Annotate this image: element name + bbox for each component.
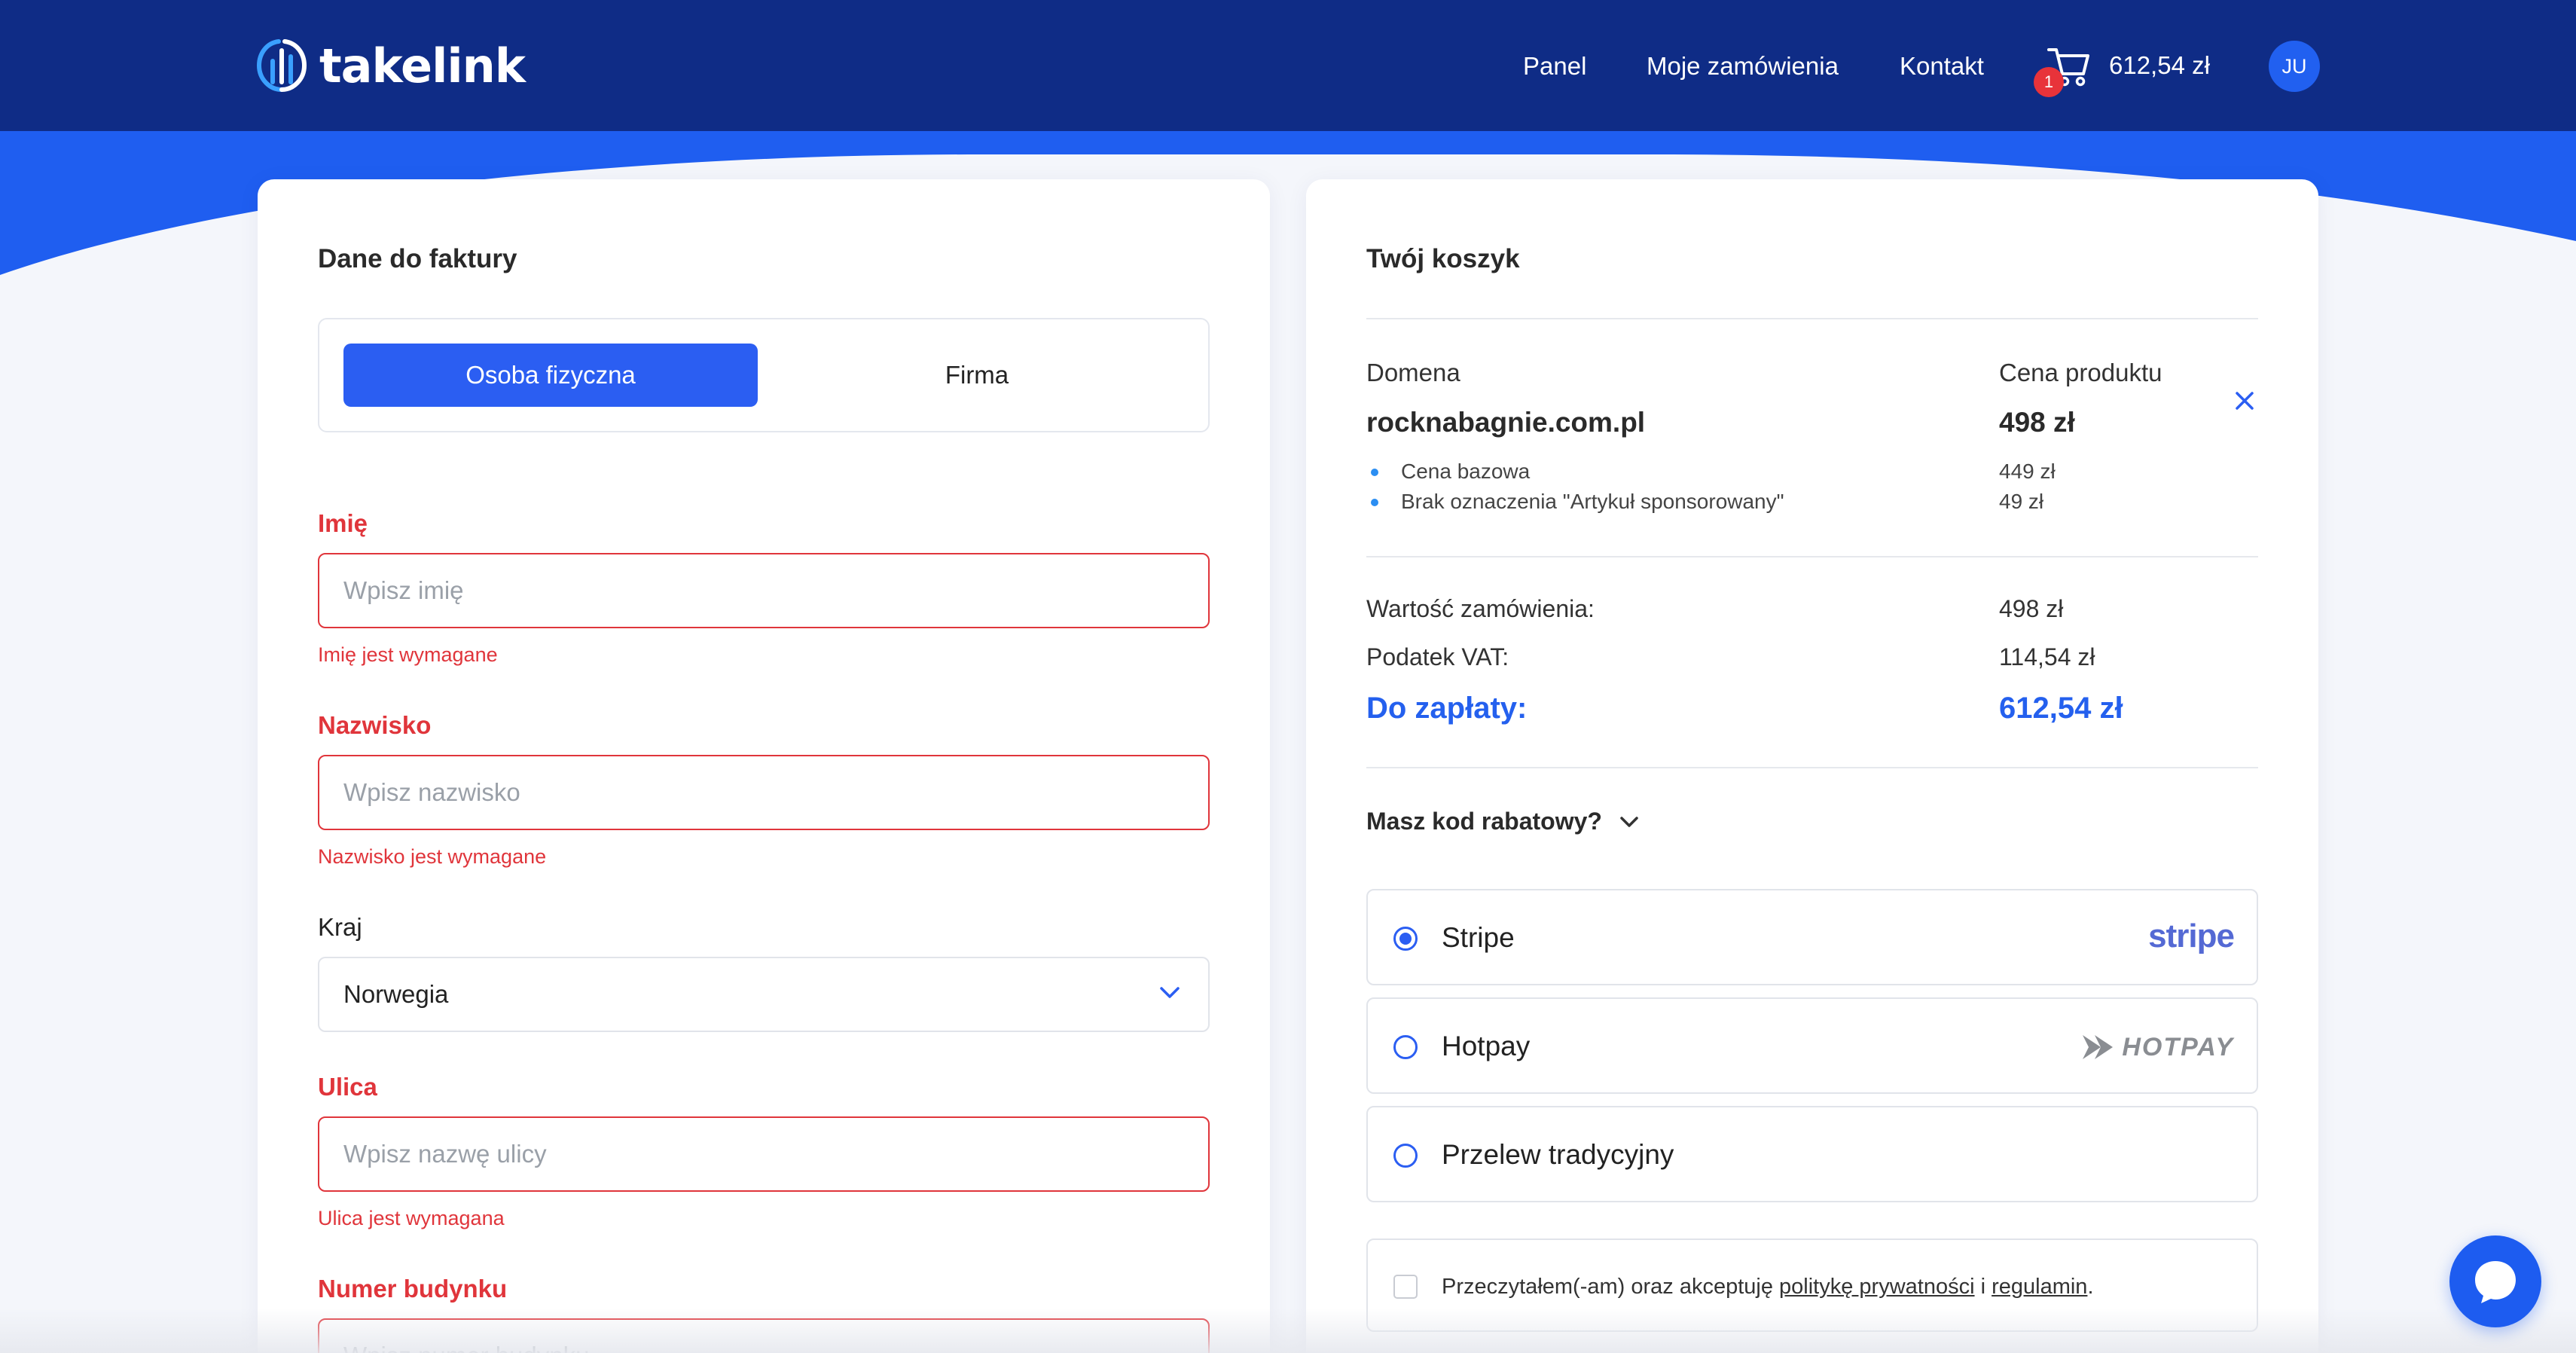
bullet-icon bbox=[1371, 469, 1378, 476]
product-price: 498 zł bbox=[1999, 407, 2075, 438]
payment-option-hotpay[interactable]: Hotpay HOTPAY bbox=[1366, 997, 2258, 1094]
bank-transfer-label: Przelew tradycyjny bbox=[1442, 1139, 1674, 1170]
terms-and: i bbox=[1974, 1275, 1992, 1299]
terms-link[interactable]: regulamin bbox=[1992, 1275, 2087, 1299]
hotpay-label: Hotpay bbox=[1442, 1031, 1531, 1061]
nav-panel-label: Panel bbox=[1523, 52, 1587, 80]
order-value: 498 zł bbox=[1999, 595, 2064, 622]
first-name-error: Imię jest wymagane bbox=[318, 643, 498, 666]
first-name-label: Imię bbox=[318, 509, 368, 537]
building-number-label: Numer budynku bbox=[318, 1275, 508, 1303]
street-error: Ulica jest wymagana bbox=[318, 1207, 505, 1229]
stripe-label: Stripe bbox=[1442, 922, 1515, 953]
to-pay-value: 612,54 zł bbox=[1999, 692, 2123, 725]
chat-bubble-icon bbox=[2475, 1261, 2516, 1303]
logo-text: takelink bbox=[319, 38, 526, 93]
invoice-card: Dane do faktury Osoba fizyczna Firma Imi… bbox=[258, 179, 1270, 1353]
item-base-price-label: Cena bazowa bbox=[1401, 460, 1531, 483]
cart-title: Twój koszyk bbox=[1366, 244, 1520, 273]
stripe-radio[interactable] bbox=[1393, 927, 1418, 951]
building-number-input[interactable] bbox=[318, 1318, 1210, 1353]
privacy-policy-link[interactable]: politykę prywatności bbox=[1779, 1275, 1975, 1299]
discount-code-label: Masz kod rabatowy? bbox=[1366, 808, 1602, 835]
vat-label: Podatek VAT: bbox=[1366, 643, 1509, 670]
cart-count-badge: 1 bbox=[2034, 67, 2064, 97]
nav-my-orders[interactable]: Moje zamówienia bbox=[1647, 42, 1839, 90]
nav-contact[interactable]: Kontakt bbox=[1900, 42, 1984, 90]
hotpay-logo-icon bbox=[2083, 1035, 2114, 1059]
street-input[interactable] bbox=[318, 1116, 1210, 1192]
takelink-logo[interactable]: takelink bbox=[256, 33, 526, 98]
terms-text: Przeczytałem(-am) oraz akceptuję polityk… bbox=[1442, 1275, 2094, 1300]
customer-type-toggle: Osoba fizyczna Firma bbox=[318, 318, 1210, 432]
hotpay-logo-text: HOTPAY bbox=[2122, 1032, 2234, 1061]
street-label: Ulica bbox=[318, 1073, 377, 1101]
cart-total[interactable]: 612,54 zł bbox=[2109, 51, 2210, 80]
price-column-header: Cena produktu bbox=[1999, 359, 2162, 386]
nav-contact-label: Kontakt bbox=[1900, 52, 1984, 80]
order-value-label: Wartość zamówienia: bbox=[1366, 595, 1595, 622]
last-name-error: Nazwisko jest wymagane bbox=[318, 845, 547, 868]
invoice-title: Dane do faktury bbox=[318, 244, 517, 273]
user-avatar[interactable]: JU bbox=[2269, 41, 2320, 92]
nav-panel[interactable]: Panel bbox=[1523, 42, 1586, 90]
bank-transfer-radio[interactable] bbox=[1393, 1144, 1418, 1168]
vat-value: 114,54 zł bbox=[1999, 643, 2095, 670]
item-base-price: 449 zł bbox=[1999, 460, 2056, 483]
domain-column-header: Domena bbox=[1366, 359, 1460, 386]
item-no-sponsored-price: 49 zł bbox=[1999, 490, 2044, 513]
nav-my-orders-label: Moje zamówienia bbox=[1647, 52, 1839, 80]
divider bbox=[1366, 767, 2258, 768]
divider bbox=[1366, 318, 2258, 319]
country-select[interactable]: Norwegia bbox=[318, 957, 1210, 1032]
to-pay-label: Do zapłaty: bbox=[1366, 692, 1528, 725]
stripe-logo: stripe bbox=[2148, 918, 2235, 954]
payment-option-stripe[interactable]: Stripe stripe bbox=[1366, 889, 2258, 985]
terms-consent: Przeczytałem(-am) oraz akceptuję polityk… bbox=[1366, 1238, 2258, 1332]
hotpay-radio[interactable] bbox=[1393, 1035, 1418, 1059]
item-no-sponsored-label: Brak oznaczenia "Artykuł sponsorowany" bbox=[1401, 490, 1784, 513]
chevron-down-icon bbox=[1160, 987, 1180, 998]
cart-card: Twój koszyk Domena Cena produktu rocknab… bbox=[1306, 179, 2318, 1353]
remove-item-icon[interactable] bbox=[2233, 389, 2257, 413]
terms-suffix: . bbox=[2087, 1275, 2094, 1299]
first-name-input[interactable] bbox=[318, 553, 1210, 628]
toggle-person-button[interactable]: Osoba fizyczna bbox=[343, 344, 758, 407]
chevron-down-icon bbox=[1620, 816, 1638, 827]
chat-button[interactable] bbox=[2449, 1235, 2541, 1327]
terms-checkbox[interactable] bbox=[1393, 1275, 1418, 1299]
last-name-input[interactable] bbox=[318, 755, 1210, 830]
country-label: Kraj bbox=[318, 913, 362, 941]
hotpay-logo: HOTPAY bbox=[2081, 1029, 2234, 1065]
discount-code-toggle[interactable]: Masz kod rabatowy? bbox=[1366, 808, 1640, 835]
payment-option-bank-transfer[interactable]: Przelew tradycyjny bbox=[1366, 1106, 2258, 1202]
divider bbox=[1366, 556, 2258, 557]
logo-icon bbox=[256, 39, 307, 92]
toggle-company-button[interactable]: Firma bbox=[770, 344, 1184, 407]
country-value: Norwegia bbox=[343, 980, 449, 1008]
bullet-icon bbox=[1371, 499, 1378, 506]
terms-prefix: Przeczytałem(-am) oraz akceptuję bbox=[1442, 1275, 1780, 1299]
last-name-label: Nazwisko bbox=[318, 711, 432, 739]
domain-name: rocknabagnie.com.pl bbox=[1366, 407, 1646, 438]
